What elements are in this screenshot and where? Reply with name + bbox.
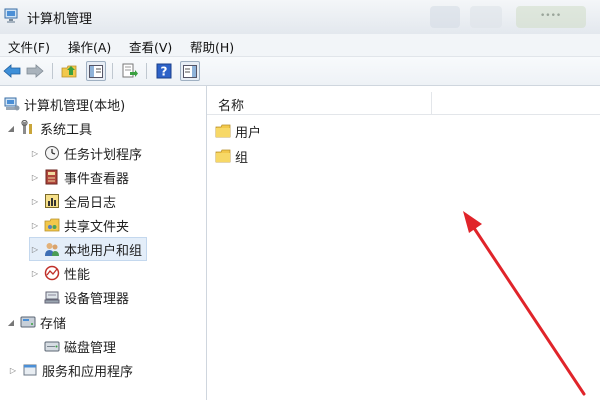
expand-triangle-icon[interactable]: ▷ [30,221,40,230]
list-item-label: 用户 [235,125,262,141]
menu-bar: 文件(F) 操作(A) 查看(V) 帮助(H) [0,34,600,57]
tree-item-task-scheduler[interactable]: ▷ 任务计划程序 [30,142,142,164]
collapse-triangle-icon[interactable]: ◢ [6,318,16,327]
blurred-text: •••• [540,11,562,21]
up-folder-icon[interactable] [60,61,80,81]
toolbar-separator [146,63,147,79]
tree-item-label: 事件查看器 [64,171,130,187]
tree-item-label: 全局日志 [64,195,117,211]
folder-icon [215,124,231,138]
list-item-users[interactable]: 用户 [215,120,261,142]
tree-item-label: 性能 [64,267,91,283]
svg-text:?: ? [161,65,168,79]
storage-icon [20,314,36,330]
expand-triangle-icon[interactable]: ▷ [30,197,40,206]
expand-triangle-icon[interactable]: ▷ [30,173,40,182]
list-item-label: 组 [235,150,249,166]
tree-item-local-users-groups[interactable]: ▷ 本地用户和组 [28,237,148,261]
column-header-name[interactable]: 名称 [218,95,244,114]
show-hide-tree-icon[interactable] [86,61,106,81]
tree-item-storage[interactable]: ◢ 存储 [6,311,66,333]
device-manager-icon [44,289,60,305]
expand-triangle-icon[interactable]: ▷ [8,366,18,375]
tree-item-global-log[interactable]: ▷ 全局日志 [30,190,116,212]
event-viewer-icon [44,169,60,185]
tree-item-disk-management[interactable]: 磁盘管理 [44,335,116,357]
tree-item-label: 计算机管理(本地) [24,98,126,114]
computer-management-app-icon [4,8,22,24]
toolbar: ? [0,57,600,86]
tree-item-performance[interactable]: ▷ 性能 [30,262,90,284]
back-arrow-icon[interactable] [2,61,22,81]
folder-icon [215,149,231,163]
system-tools-icon [20,120,36,136]
expand-triangle-icon[interactable]: ▷ [30,245,40,254]
tree-item-computer-management[interactable]: 计算机管理(本地) [4,93,125,115]
show-hide-action-pane-icon[interactable] [180,61,200,81]
tree-item-label: 设备管理器 [64,291,130,307]
toolbar-separator [112,63,113,79]
tree-item-label: 共享文件夹 [64,219,130,235]
toolbar-separator [52,63,53,79]
tree-item-shared-folders[interactable]: ▷ 共享文件夹 [30,214,129,236]
export-list-icon[interactable] [120,61,140,81]
forward-arrow-icon[interactable] [25,61,45,81]
tree-item-services-applications[interactable]: ▷ 服务和应用程序 [8,359,133,381]
tree-item-label: 磁盘管理 [64,340,117,356]
tree-item-label: 系统工具 [40,122,93,138]
tree-item-system-tools[interactable]: ◢ 系统工具 [6,117,92,139]
list-item-groups[interactable]: 组 [215,145,248,167]
blurred-button [470,6,502,28]
services-applications-icon [22,362,38,378]
tree-item-label: 存储 [40,316,67,332]
window-title: 计算机管理 [27,12,93,27]
task-scheduler-icon [44,145,60,161]
tree-item-event-viewer[interactable]: ▷ 事件查看器 [30,166,129,188]
blurred-button [430,6,460,28]
navigation-tree: 计算机管理(本地) ◢ 系统工具 ▷ 任务计划程序 ▷ 事件查看器 ▷ 全局日志… [0,86,207,400]
tree-item-label: 任务计划程序 [64,147,143,163]
shared-folders-icon [44,217,60,233]
column-header: 名称 [207,92,600,115]
tree-item-device-manager[interactable]: 设备管理器 [44,286,129,308]
content-pane: 名称 用户 组 [207,86,600,400]
computer-management-icon [4,96,20,112]
tree-item-label: 本地用户和组 [64,243,143,259]
column-divider[interactable] [431,92,432,114]
disk-management-icon [44,338,60,354]
menu-view[interactable]: 查看(V) [129,37,172,56]
tree-item-label: 服务和应用程序 [42,364,134,380]
local-users-groups-icon [44,241,60,257]
expand-triangle-icon[interactable]: ▷ [30,149,40,158]
menu-file[interactable]: 文件(F) [8,37,50,56]
expand-triangle-icon[interactable]: ▷ [30,269,40,278]
performance-icon [44,265,60,281]
title-bar: 计算机管理 •••• [0,0,600,35]
menu-action[interactable]: 操作(A) [68,37,111,56]
menu-help[interactable]: 帮助(H) [190,37,234,56]
collapse-triangle-icon[interactable]: ◢ [6,124,16,133]
help-icon[interactable]: ? [154,61,174,81]
global-log-icon [44,193,60,209]
